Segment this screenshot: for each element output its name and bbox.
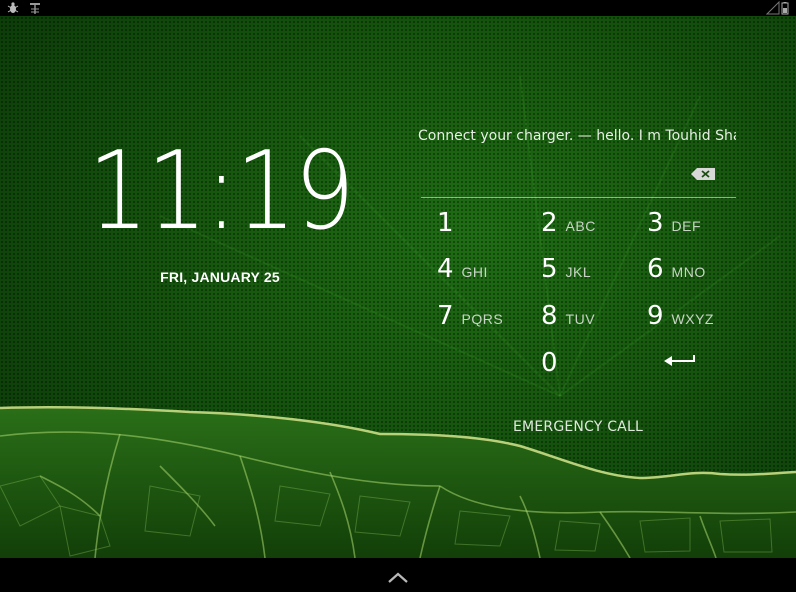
keypad-key-6[interactable]: 6 MNO: [647, 254, 706, 294]
key-letters: DEF: [671, 218, 702, 234]
key-digit: 3: [647, 208, 664, 238]
key-letters: MNO: [671, 264, 706, 280]
keypad-key-3[interactable]: 3 DEF: [647, 208, 701, 248]
owner-info-message: Connect your charger. — hello. I m Touhi…: [418, 128, 736, 144]
bug-icon: [7, 2, 19, 13]
key-digit: 5: [541, 254, 558, 284]
key-letters: JKL: [565, 264, 592, 280]
status-bar: [0, 0, 796, 16]
backspace-icon[interactable]: [690, 167, 716, 181]
key-digit: 4: [437, 254, 454, 284]
emergency-call-button[interactable]: EMERGENCY CALL: [490, 419, 666, 435]
keypad-key-5[interactable]: 5 JKL: [541, 254, 591, 294]
keypad-key-8[interactable]: 8 TUV: [541, 301, 595, 341]
chevron-up-icon[interactable]: [386, 570, 410, 584]
key-letters: ABC: [565, 218, 596, 234]
keypad-key-4[interactable]: 4 GHI: [437, 254, 488, 294]
usb-debug-icon: [30, 3, 40, 14]
keypad-key-2[interactable]: 2 ABC: [541, 208, 596, 248]
key-letters: WXYZ: [671, 311, 714, 327]
keypad-key-0[interactable]: 0: [541, 348, 566, 388]
key-digit: 9: [647, 301, 664, 331]
key-digit: 7: [437, 301, 454, 331]
keypad-key-9[interactable]: 9 WXYZ: [647, 301, 714, 341]
keypad-key-7[interactable]: 7 PQRS: [437, 301, 503, 341]
pin-entry-field[interactable]: [421, 160, 736, 198]
key-digit: 2: [541, 208, 558, 238]
keypad-key-1[interactable]: 1: [437, 208, 462, 248]
key-digit: 8: [541, 301, 558, 331]
battery-icon: [781, 2, 789, 15]
clock-time: 11:19: [88, 129, 355, 254]
lock-screen: 11:19 FRI, JANUARY 25 Connect your charg…: [0, 0, 796, 592]
key-letters: GHI: [461, 264, 488, 280]
navigation-bar: [0, 558, 796, 592]
key-digit: 0: [541, 348, 558, 378]
enter-arrow-icon[interactable]: [660, 348, 700, 374]
key-letters: PQRS: [461, 311, 504, 327]
key-letters: TUV: [565, 311, 596, 327]
key-digit: 6: [647, 254, 664, 284]
key-digit: 1: [437, 208, 454, 238]
date-label: FRI, JANUARY 25: [160, 269, 280, 285]
